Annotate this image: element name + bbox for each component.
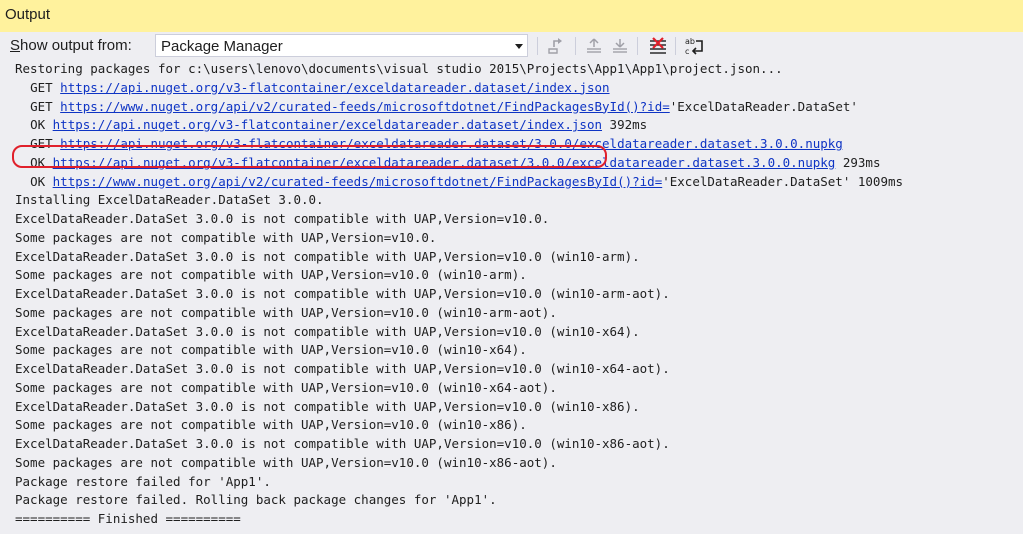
output-line: Some packages are not compatible with UA… bbox=[15, 342, 527, 358]
output-line: ExcelDataReader.DataSet 3.0.0 is not com… bbox=[15, 398, 640, 414]
toggle-word-wrap-icon: ab c bbox=[685, 37, 703, 56]
output-line: ExcelDataReader.DataSet 3.0.0 is not com… bbox=[15, 323, 640, 339]
clear-all-icon bbox=[650, 37, 666, 54]
output-link[interactable]: https://api.nuget.org/v3-flatcontainer/e… bbox=[53, 117, 602, 132]
output-line: Some packages are not compatible with UA… bbox=[15, 454, 557, 470]
toolbar-separator bbox=[637, 37, 638, 55]
output-text-pane[interactable]: Restoring packages for c:\users\lenovo\d… bbox=[0, 60, 1023, 534]
output-line: Some packages are not compatible with UA… bbox=[15, 379, 557, 395]
output-line: ExcelDataReader.DataSet 3.0.0 is not com… bbox=[15, 436, 670, 451]
output-line: Some packages are not compatible with UA… bbox=[15, 267, 527, 283]
output-line: Restoring packages for c:\users\lenovo\d… bbox=[15, 61, 783, 76]
chevron-down-icon bbox=[515, 44, 523, 49]
svg-text:ab: ab bbox=[685, 37, 695, 46]
output-line: OK https://www.nuget.org/api/v2/curated-… bbox=[30, 173, 904, 189]
output-link[interactable]: https://www.nuget.org/api/v2/curated-fee… bbox=[60, 99, 670, 114]
go-to-previous-message-button[interactable] bbox=[583, 35, 605, 57]
go-to-next-message-button[interactable] bbox=[609, 35, 631, 57]
error-highlight-annotation bbox=[12, 145, 607, 168]
toggle-word-wrap-button[interactable]: ab c bbox=[683, 35, 705, 57]
go-to-previous-message-icon bbox=[587, 38, 601, 53]
find-message-in-code-button[interactable] bbox=[545, 35, 567, 57]
output-line: Package restore failed for 'App1'. bbox=[15, 473, 271, 489]
toolbar-separator bbox=[537, 37, 538, 55]
find-message-in-code-icon bbox=[548, 38, 562, 54]
output-line: Package restore failed. Rolling back pac… bbox=[15, 492, 497, 508]
output-line: OK https://api.nuget.org/v3-flatcontaine… bbox=[30, 117, 648, 133]
output-toolbar: Show output from: Package Manager ab c bbox=[0, 32, 1023, 60]
output-source-dropdown[interactable]: Package Manager bbox=[155, 34, 528, 57]
svg-text:c: c bbox=[685, 47, 689, 56]
show-output-from-label: Show output from: bbox=[10, 37, 132, 54]
output-line-highlighted: ExcelDataReader.DataSet 3.0.0 is not com… bbox=[15, 211, 550, 226]
output-source-selected: Package Manager bbox=[161, 38, 283, 55]
output-line: Some packages are not compatible with UA… bbox=[15, 304, 557, 320]
output-line: ExcelDataReader.DataSet 3.0.0 is not com… bbox=[15, 361, 670, 376]
output-line: ========== Finished ========== bbox=[15, 511, 241, 526]
output-window-titlebar: Output bbox=[0, 0, 1023, 33]
output-line: GET https://www.nuget.org/api/v2/curated… bbox=[30, 98, 858, 114]
output-line: Installing ExcelDataReader.DataSet 3.0.0… bbox=[15, 192, 324, 208]
output-link[interactable]: https://www.nuget.org/api/v2/curated-fee… bbox=[53, 174, 663, 189]
output-line: GET https://api.nuget.org/v3-flatcontain… bbox=[30, 79, 610, 95]
output-link[interactable]: https://api.nuget.org/v3-flatcontainer/e… bbox=[60, 80, 609, 95]
output-line: Some packages are not compatible with UA… bbox=[15, 229, 437, 245]
output-line: ExcelDataReader.DataSet 3.0.0 is not com… bbox=[15, 286, 670, 301]
toolbar-separator bbox=[675, 37, 676, 55]
window-title: Output bbox=[5, 6, 51, 23]
output-line: ExcelDataReader.DataSet 3.0.0 is not com… bbox=[15, 248, 640, 264]
clear-all-button[interactable] bbox=[647, 35, 669, 57]
go-to-next-message-icon bbox=[613, 39, 627, 53]
toolbar-separator bbox=[575, 37, 576, 55]
output-line: Some packages are not compatible with UA… bbox=[15, 417, 527, 433]
